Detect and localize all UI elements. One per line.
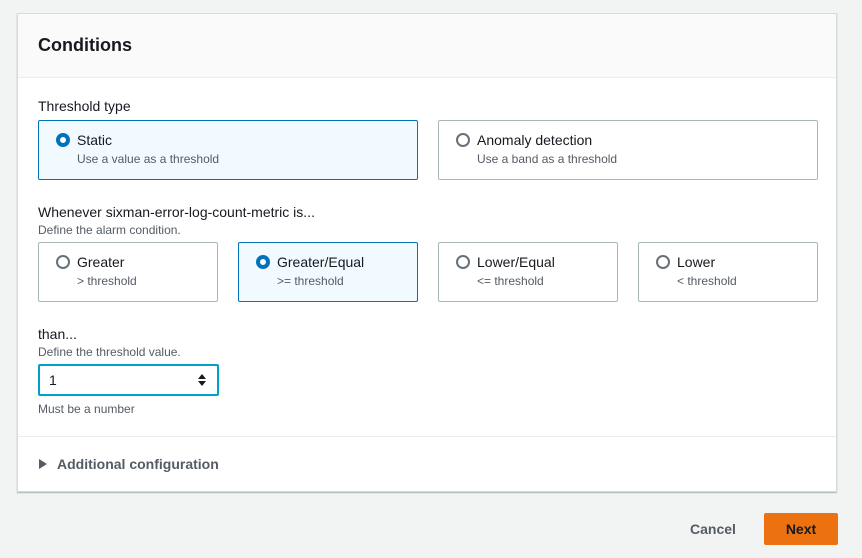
anomaly-detection-radio[interactable] bbox=[456, 133, 470, 147]
divider bbox=[18, 436, 836, 437]
greater-equal-radio[interactable] bbox=[256, 255, 270, 269]
additional-configuration-label: Additional configuration bbox=[57, 456, 219, 472]
condition-greater-tile[interactable]: Greater > threshold bbox=[38, 242, 218, 302]
greater-description: > threshold bbox=[77, 274, 137, 288]
static-radio[interactable] bbox=[56, 133, 70, 147]
cancel-button[interactable]: Cancel bbox=[676, 514, 750, 544]
threshold-value-label: than... bbox=[38, 326, 77, 342]
additional-configuration-expander[interactable]: Additional configuration bbox=[39, 455, 219, 473]
condition-lower-equal-tile[interactable]: Lower/Equal <= threshold bbox=[438, 242, 618, 302]
condition-description: Define the alarm condition. bbox=[38, 223, 181, 237]
panel-title: Conditions bbox=[38, 35, 132, 55]
static-label: Static bbox=[77, 132, 113, 148]
lower-equal-description: <= threshold bbox=[477, 274, 544, 288]
number-stepper-icon[interactable] bbox=[197, 372, 207, 388]
anomaly-detection-label: Anomaly detection bbox=[477, 132, 593, 148]
threshold-value: 1 bbox=[49, 372, 57, 388]
threshold-type-label: Threshold type bbox=[38, 98, 131, 114]
anomaly-detection-description: Use a band as a threshold bbox=[477, 152, 618, 166]
next-button[interactable]: Next bbox=[764, 513, 838, 545]
threshold-value-input[interactable]: 1 bbox=[38, 364, 219, 396]
caret-right-icon bbox=[39, 459, 47, 469]
conditions-panel: Conditions Threshold type Static Use a v… bbox=[17, 13, 837, 492]
lower-description: < threshold bbox=[677, 274, 737, 288]
condition-greater-equal-tile[interactable]: Greater/Equal >= threshold bbox=[238, 242, 418, 302]
panel-header: Conditions bbox=[18, 14, 836, 78]
condition-lower-tile[interactable]: Lower < threshold bbox=[638, 242, 818, 302]
greater-equal-description: >= threshold bbox=[277, 274, 344, 288]
threshold-value-constraint: Must be a number bbox=[38, 402, 135, 416]
threshold-type-static-tile[interactable]: Static Use a value as a threshold bbox=[38, 120, 418, 180]
threshold-type-anomaly-tile[interactable]: Anomaly detection Use a band as a thresh… bbox=[438, 120, 818, 180]
greater-equal-label: Greater/Equal bbox=[277, 254, 365, 270]
greater-label: Greater bbox=[77, 254, 125, 270]
lower-equal-label: Lower/Equal bbox=[477, 254, 555, 270]
greater-radio[interactable] bbox=[56, 255, 70, 269]
lower-radio[interactable] bbox=[656, 255, 670, 269]
lower-label: Lower bbox=[677, 254, 716, 270]
lower-equal-radio[interactable] bbox=[456, 255, 470, 269]
static-description: Use a value as a threshold bbox=[77, 152, 220, 166]
condition-label: Whenever sixman-error-log-count-metric i… bbox=[38, 204, 315, 220]
threshold-value-description: Define the threshold value. bbox=[38, 345, 181, 359]
